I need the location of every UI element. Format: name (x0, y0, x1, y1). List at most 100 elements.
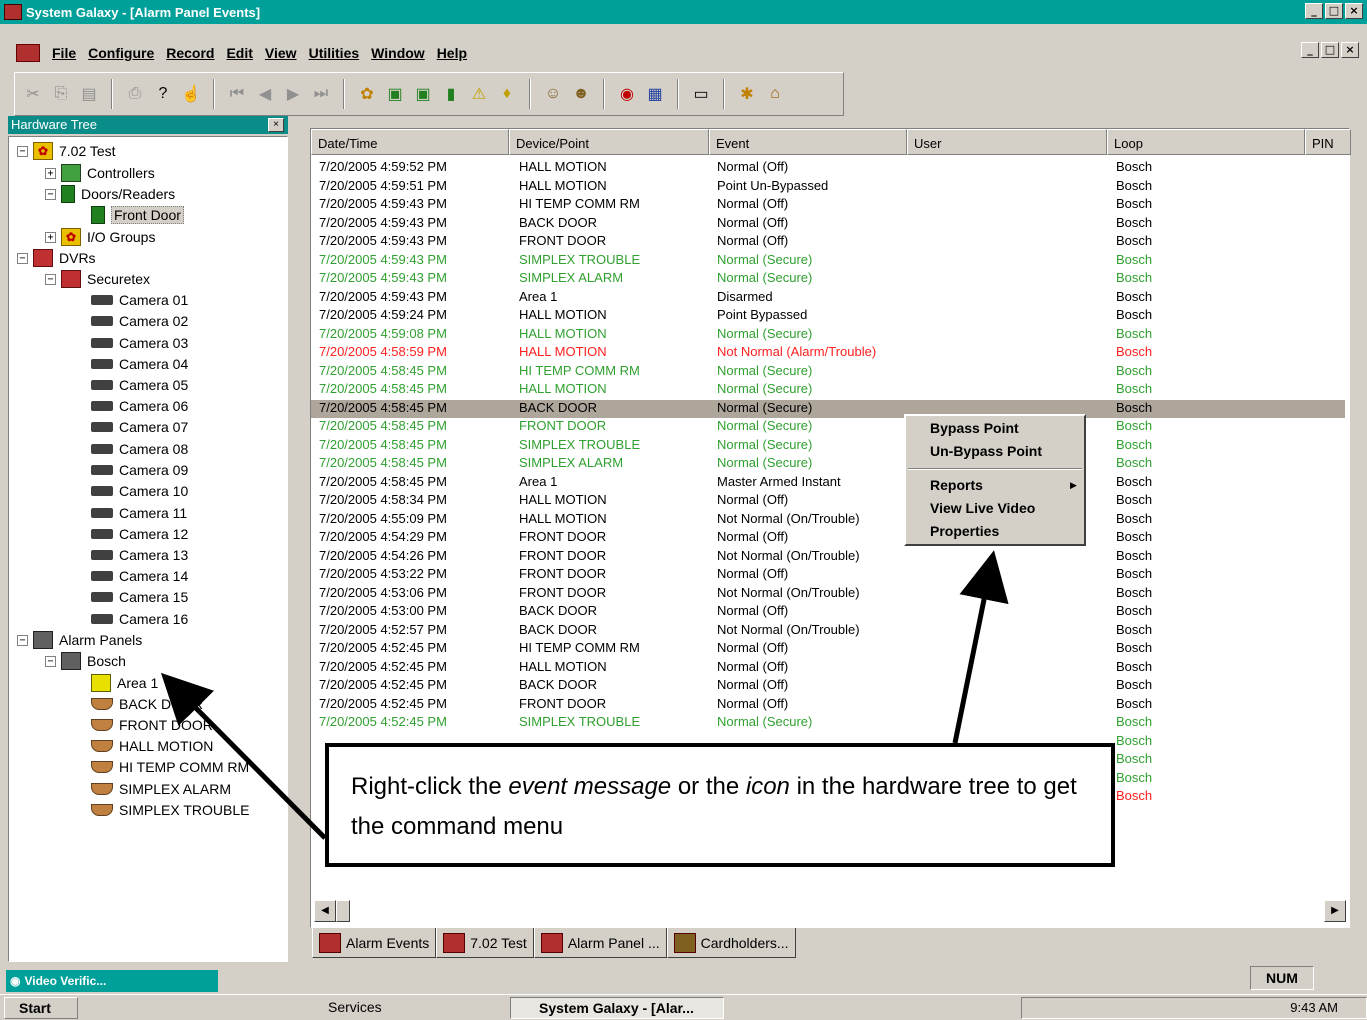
cardholder-icon[interactable]: ☺ (541, 81, 565, 107)
tree-node-securetex[interactable]: − Securetex (45, 269, 150, 289)
taskbar-services[interactable]: Services (300, 997, 490, 1019)
table-row[interactable]: 7/20/2005 4:52:45 PM SIMPLEX TROUBLE Norma… (311, 714, 1345, 733)
tree-node-controllers[interactable]: + Controllers (45, 163, 155, 183)
menu-view[interactable]: View (259, 45, 303, 61)
menu-file[interactable]: File (46, 45, 82, 61)
events-icon[interactable]: ▦ (643, 81, 667, 107)
cardholder-group-icon[interactable]: ☻ (569, 81, 593, 107)
tree-node-camera[interactable]: Camera 07 (91, 417, 188, 437)
tree-node-point[interactable]: HI TEMP COMM RM (91, 757, 249, 777)
tree-node-camera[interactable]: Camera 03 (91, 333, 188, 353)
board-icon[interactable]: ▣ (411, 81, 435, 107)
table-row[interactable]: 7/20/2005 4:59:43 PM BACK DOOR Normal (Off… (311, 215, 1345, 234)
menu-configure[interactable]: Configure (82, 45, 160, 61)
table-row[interactable]: 7/20/2005 4:59:43 PM FRONT DOOR Normal (Of… (311, 233, 1345, 252)
light-icon[interactable]: ♦ (495, 81, 519, 107)
paste-icon[interactable]: ▤ (77, 81, 101, 107)
minimized-window[interactable]: ◉ Video Verific... (6, 970, 218, 992)
table-row[interactable]: 7/20/2005 4:59:43 PM SIMPLEX TROUBLE Norma… (311, 252, 1345, 271)
maximize-button[interactable]: □ (1325, 3, 1343, 19)
minimize-button[interactable]: _ (1305, 3, 1323, 19)
table-row[interactable]: 7/20/2005 4:52:45 PM HI TEMP COMM RM Norma… (311, 640, 1345, 659)
tab-alarm-panel[interactable]: Alarm Panel ... (533, 928, 667, 958)
tree-node-bosch[interactable]: − Bosch (45, 651, 126, 671)
table-row[interactable]: 7/20/2005 4:54:26 PM FRONT DOOR Not Normal… (311, 548, 1345, 567)
loop-icon[interactable]: ✿ (355, 81, 379, 107)
column-header-datetime[interactable]: Date/Time (311, 129, 509, 155)
table-row[interactable]: 7/20/2005 4:58:45 PM HALL MOTION Normal (S… (311, 381, 1345, 400)
tree-node-camera[interactable]: Camera 10 (91, 481, 188, 501)
cut-icon[interactable]: ✂ (21, 81, 45, 107)
table-row[interactable]: 7/20/2005 4:52:45 PM HALL MOTION Normal (O… (311, 659, 1345, 678)
table-row[interactable]: 7/20/2005 4:59:52 PM HALL MOTION Normal (O… (311, 159, 1345, 178)
table-row[interactable]: 7/20/2005 4:58:45 PM FRONT DOOR Normal (Se… (311, 418, 1345, 437)
tree-node-area[interactable]: Area 1 (91, 673, 158, 693)
tree-node-front-door[interactable]: Front Door (91, 205, 184, 225)
network-icon[interactable]: ✱ (735, 81, 759, 107)
menu-utilities[interactable]: Utilities (303, 45, 366, 61)
door-icon[interactable]: ▮ (439, 81, 463, 107)
table-row[interactable]: 7/20/2005 4:59:43 PM HI TEMP COMM RM Norma… (311, 196, 1345, 215)
last-record-icon[interactable]: ⏭ (309, 81, 333, 107)
tree-node-point[interactable]: FRONT DOOR (91, 715, 213, 735)
tree-node-camera[interactable]: Camera 01 (91, 290, 188, 310)
column-header-event[interactable]: Event (709, 129, 907, 155)
table-row[interactable]: 7/20/2005 4:58:45 PM Area 1 Master Armed I… (311, 474, 1345, 493)
tree-node-camera[interactable]: Camera 16 (91, 609, 188, 629)
menu-item-bypass-point[interactable]: Bypass Point (930, 420, 1019, 436)
tree-node-dvrs[interactable]: − DVRs (17, 248, 96, 268)
menu-help[interactable]: Help (431, 45, 473, 61)
start-button[interactable]: Start (4, 997, 78, 1019)
tree-node-camera[interactable]: Camera 12 (91, 524, 188, 544)
tree-node-point[interactable]: BACK DOOR (91, 694, 203, 714)
table-row[interactable]: 7/20/2005 4:53:00 PM BACK DOOR Normal (Off… (311, 603, 1345, 622)
tree-node-point[interactable]: HALL MOTION (91, 736, 213, 756)
prev-record-icon[interactable]: ◀ (253, 81, 277, 107)
table-row[interactable]: 7/20/2005 4:52:57 PM BACK DOOR Not Normal … (311, 622, 1345, 641)
tree-node-camera[interactable]: Camera 04 (91, 354, 188, 374)
tree-node-camera[interactable]: Camera 08 (91, 439, 188, 459)
taskbar-system-galaxy[interactable]: System Galaxy - [Alar... (510, 997, 724, 1019)
tree-node-camera[interactable]: Camera 11 (91, 503, 187, 523)
menu-record[interactable]: Record (160, 45, 220, 61)
print-icon[interactable]: ⎙ (123, 81, 147, 107)
horizontal-scrollbar[interactable]: ◀ ▶ (314, 900, 1346, 922)
copy-icon[interactable]: ⎘ (49, 81, 73, 107)
column-header-device[interactable]: Device/Point (509, 129, 709, 155)
table-row[interactable]: 7/20/2005 4:59:24 PM HALL MOTION Point Byp… (311, 307, 1345, 326)
tree-node-point[interactable]: SIMPLEX TROUBLE (91, 800, 249, 820)
menu-edit[interactable]: Edit (220, 45, 258, 61)
table-row[interactable]: 7/20/2005 4:52:45 PM FRONT DOOR Normal (Of… (311, 696, 1345, 715)
tree-node-camera[interactable]: Camera 13 (91, 545, 188, 565)
hand-icon[interactable]: ☝ (179, 81, 203, 107)
close-button[interactable]: × (1345, 3, 1363, 19)
warning-icon[interactable]: ⚠ (467, 81, 491, 107)
mdi-restore-button[interactable]: □ (1321, 42, 1339, 58)
menu-item-unbypass-point[interactable]: Un-Bypass Point (930, 443, 1042, 459)
menu-item-properties[interactable]: Properties (930, 523, 999, 539)
tree-node-doors-readers[interactable]: − Doors/Readers (45, 184, 175, 204)
table-row[interactable]: 7/20/2005 4:59:43 PM Area 1 Disarmed Bosch (311, 289, 1345, 308)
table-row[interactable]: 7/20/2005 4:54:29 PM FRONT DOOR Normal (Of… (311, 529, 1345, 548)
scroll-left-icon[interactable]: ◀ (314, 900, 336, 922)
house-icon[interactable]: ⌂ (763, 81, 787, 107)
scroll-thumb[interactable] (336, 900, 350, 922)
menu-window[interactable]: Window (365, 45, 431, 61)
alarm-icon[interactable]: ◉ (615, 81, 639, 107)
tree-close-button[interactable]: × (268, 118, 284, 132)
table-row[interactable]: 7/20/2005 4:58:45 PM BACK DOOR Normal (Sec… (311, 399, 1345, 418)
table-row[interactable]: 7/20/2005 4:59:43 PM SIMPLEX ALARM Normal … (311, 270, 1345, 289)
column-header-pin[interactable]: PIN (1305, 129, 1351, 155)
tab-alarm-events[interactable]: Alarm Events (312, 928, 437, 958)
table-row[interactable]: 7/20/2005 4:58:59 PM HALL MOTION Not Norma… (311, 344, 1345, 363)
help-icon[interactable]: ? (151, 81, 175, 107)
menu-item-reports[interactable]: Reports (930, 477, 983, 493)
tree-node-camera[interactable]: Camera 14 (91, 566, 188, 586)
tree-node-camera[interactable]: Camera 15 (91, 587, 188, 607)
table-row[interactable]: 7/20/2005 4:55:09 PM HALL MOTION Not Norma… (311, 511, 1345, 530)
column-header-loop[interactable]: Loop (1107, 129, 1305, 155)
scroll-right-icon[interactable]: ▶ (1324, 900, 1346, 922)
column-header-user[interactable]: User (907, 129, 1107, 155)
table-row[interactable]: 7/20/2005 4:59:51 PM HALL MOTION Point Un-… (311, 178, 1345, 197)
tree-node-camera[interactable]: Camera 05 (91, 375, 188, 395)
